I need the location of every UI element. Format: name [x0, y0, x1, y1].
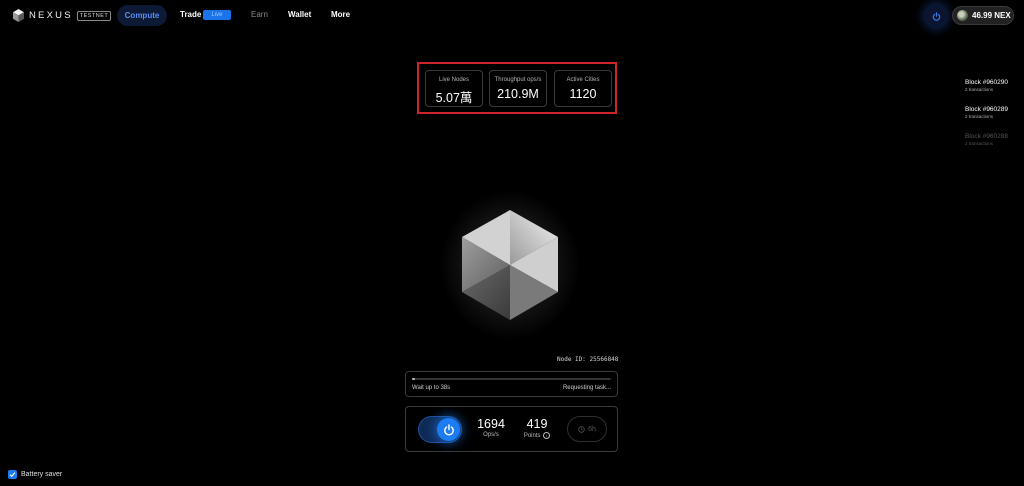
ops-label: Ops/s [483, 432, 499, 438]
stat-throughput: Throughput ops/s 210.9M [489, 70, 547, 107]
block-title: Block #960289 [965, 106, 1009, 113]
block-transactions: 2 transactions [965, 141, 994, 146]
nav-trade[interactable]: Trade [180, 10, 201, 19]
battery-saver-checkbox[interactable] [8, 470, 17, 479]
progress-fill [412, 378, 415, 380]
stat-active-cities: Active Cities 1120 [554, 70, 612, 107]
nexus-cube-icon [13, 9, 24, 22]
stat-label: Live Nodes [438, 77, 470, 83]
progress-track [412, 378, 611, 380]
testnet-badge: TESTNET [76, 10, 112, 21]
wallet-balance-button[interactable]: 46.99 NEX [952, 6, 1014, 25]
stat-value: 210.9M [497, 87, 539, 101]
nav-earn[interactable]: Earn [251, 10, 268, 19]
points-label: Points [523, 433, 541, 440]
points-value: 419 [526, 417, 548, 431]
power-icon [932, 11, 940, 21]
block-item[interactable]: Block #960289 2 transactions [965, 106, 1008, 119]
stat-label: Active Cities [566, 77, 600, 83]
ops-metric: 1694 Ops/s [476, 417, 506, 438]
top-nav: NEXUS TESTNET Compute Trade Live Earn Wa… [0, 0, 1024, 32]
stat-value: 5.07萬 [435, 91, 473, 105]
node-power-toggle[interactable] [418, 416, 462, 443]
toggle-knob[interactable] [437, 418, 460, 441]
timer-text: 6h [588, 425, 596, 433]
block-transactions: 2 transactions [965, 114, 994, 119]
points-metric: 419 Points i [520, 417, 554, 439]
nav-wallet[interactable]: Wallet [288, 10, 311, 19]
progress-status-text: Requesting task... [562, 385, 611, 391]
stat-label: Throughput ops/s [494, 77, 542, 83]
progress-wait-text: Wait up to 38s [412, 385, 451, 391]
session-timer-button[interactable]: 6h [567, 416, 607, 442]
brand-logo[interactable]: NEXUS TESTNET [13, 9, 112, 22]
info-icon[interactable]: i [543, 432, 551, 439]
brand-name: NEXUS [29, 10, 73, 21]
task-progress-panel: Wait up to 38s Requesting task... [405, 371, 618, 397]
block-title: Block #960290 [965, 79, 1009, 86]
checkmark-icon [9, 472, 16, 478]
node-control-panel: 1694 Ops/s 419 Points i 6h [405, 406, 618, 452]
points-label-row: Points i [520, 432, 554, 439]
stat-value: 1120 [569, 87, 597, 101]
node-id: Node ID: 25566848 [557, 356, 619, 363]
block-item[interactable]: Block #960288 2 transactions [965, 133, 1008, 146]
glowing-cube-icon [440, 190, 580, 340]
power-status-button[interactable] [926, 6, 946, 26]
block-item[interactable]: Block #960290 2 transactions [965, 79, 1008, 92]
avatar [957, 10, 968, 21]
stat-live-nodes: Live Nodes 5.07萬 [425, 70, 483, 107]
nav-compute[interactable]: Compute [117, 5, 167, 26]
clock-icon [578, 425, 585, 433]
power-icon [443, 423, 454, 435]
nav-more[interactable]: More [331, 10, 350, 19]
trade-live-badge: Live [203, 10, 231, 20]
battery-saver-label: Battery saver [21, 471, 63, 478]
balance-amount: 46.99 NEX [972, 11, 1011, 20]
node-cube-visual [440, 190, 580, 340]
battery-saver[interactable]: Battery saver [8, 470, 62, 479]
block-title: Block #960288 [965, 133, 1009, 140]
block-transactions: 2 transactions [965, 87, 994, 92]
ops-value: 1694 [477, 417, 505, 431]
